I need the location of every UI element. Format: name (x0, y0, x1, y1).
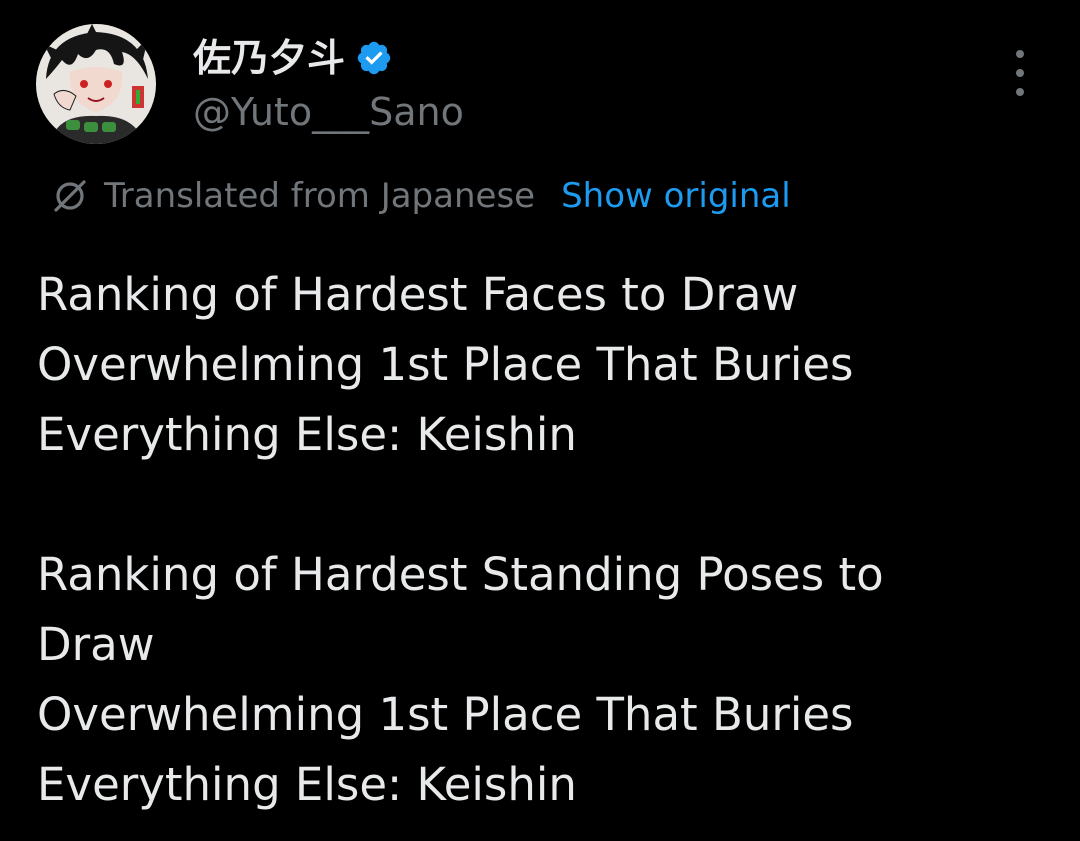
avatar[interactable] (36, 24, 156, 144)
tweet-line: Overwhelming 1st Place That Buries (37, 688, 854, 741)
translate-icon (50, 176, 90, 216)
tweet-text: Ranking of Hardest Faces to Draw Overwhe… (37, 260, 1037, 820)
more-vertical-icon[interactable] (1000, 50, 1040, 96)
tweet-card[interactable]: 佐乃夕斗 @Yuto___Sano Translated from Japane… (0, 0, 1080, 841)
more-dot (1016, 69, 1024, 77)
tweet-line: Ranking of Hardest Faces to Draw (37, 268, 799, 321)
more-dot (1016, 50, 1024, 58)
translation-bar: Translated from Japanese Show original (50, 172, 791, 220)
translated-from-label: Translated from Japanese (104, 176, 536, 216)
tweet-line: Everything Else: Keishin (37, 408, 577, 461)
display-name[interactable]: 佐乃夕斗 (193, 30, 345, 86)
avatar-image (36, 24, 156, 144)
author-name-row[interactable]: 佐乃夕斗 (193, 30, 393, 86)
tweet-paragraph: Ranking of Hardest Standing Poses to Dra… (37, 540, 1037, 820)
more-dot (1016, 88, 1024, 96)
tweet-line: Draw (37, 618, 155, 671)
tweet-line: Ranking of Hardest Standing Poses to (37, 548, 884, 601)
author-handle[interactable]: @Yuto___Sano (193, 86, 464, 138)
tweet-line: Everything Else: Keishin (37, 758, 577, 811)
tweet-line: Overwhelming 1st Place That Buries (37, 338, 854, 391)
show-original-link[interactable]: Show original (561, 172, 791, 220)
verified-badge-icon (355, 39, 393, 77)
tweet-paragraph: Ranking of Hardest Faces to Draw Overwhe… (37, 260, 1037, 470)
